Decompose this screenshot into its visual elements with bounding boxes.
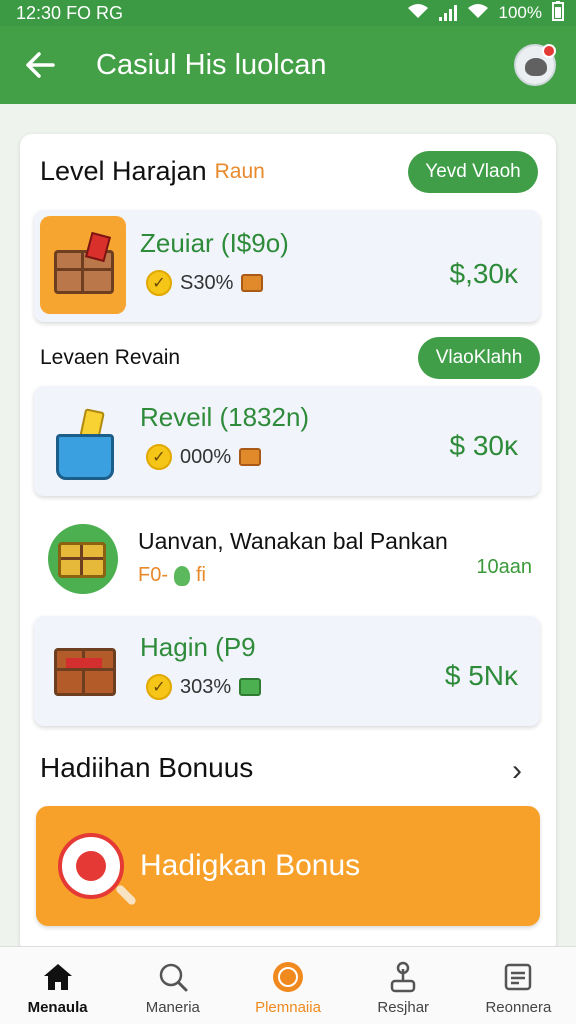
reward-card-3[interactable]: Hagin (P9 ✓ 303% $ 5Nĸ <box>34 616 540 726</box>
wifi-icon-2 <box>467 3 489 24</box>
chevron-right-icon[interactable]: › <box>512 754 522 788</box>
battery-text: 100% <box>498 3 542 22</box>
status-bar: 12:30 FO RG 100% <box>0 0 576 26</box>
bonus-heading: Hadiihan Bonuus <box>40 752 254 783</box>
check-coin-icon: ✓ <box>146 444 172 470</box>
item-sub: ✓ 000% <box>146 444 262 470</box>
item-price: $,30ĸ <box>449 258 519 289</box>
item-sub: ✓ S30% <box>146 270 264 296</box>
bulb-icon <box>174 565 190 586</box>
reward-card-2[interactable]: Reveil (1832n) ✓ 000% $ 30ĸ <box>34 386 540 496</box>
basket-icon <box>34 386 134 496</box>
nav-item-center[interactable]: Plemnaiia <box>230 947 345 1024</box>
signal-icon <box>438 5 457 21</box>
section-accent: Raun <box>214 159 265 183</box>
nav-item-list[interactable]: Reonnera <box>461 947 576 1024</box>
bottom-nav: Menaula Maneria Plemnaiia Resjhar Reonne… <box>0 946 576 1024</box>
pill-button-1[interactable]: Yevd Vlaoh <box>408 151 538 193</box>
wifi-icon <box>407 3 429 24</box>
nav-item-games[interactable]: Resjhar <box>346 947 461 1024</box>
pill-button-2[interactable]: VlaoKlahh <box>418 337 540 379</box>
gift-icon <box>241 274 264 292</box>
status-time: 12:30 FO RG <box>16 2 124 23</box>
battery-icon <box>552 0 564 26</box>
list-item-sub: F0- fi <box>138 564 206 586</box>
item-price: $ 30ĸ <box>449 430 519 461</box>
item-sub: ✓ 303% <box>146 674 262 700</box>
list-item-plain[interactable]: Uanvan, Wanakan bal Pankan F0- fi 10aan <box>34 512 540 604</box>
nav-item-search[interactable]: Maneria <box>115 947 230 1024</box>
status-icons: 100% <box>407 0 564 26</box>
section-title-revain: Levaen Revain <box>40 346 181 369</box>
notification-dot <box>542 44 556 58</box>
back-arrow-icon[interactable] <box>20 45 60 85</box>
list-item-right: 10aan <box>476 556 532 578</box>
nav-item-home[interactable]: Menaula <box>0 947 115 1024</box>
check-coin-icon: ✓ <box>146 270 172 296</box>
item-name: Reveil (1832n) <box>140 402 310 432</box>
section-title-level: Level Harajan <box>40 156 207 186</box>
app-bar: Casiul His luolcan <box>0 26 576 104</box>
profile-avatar[interactable] <box>514 44 556 86</box>
item-price: $ 5Nĸ <box>444 660 518 691</box>
gift-icon <box>239 448 262 466</box>
joystick-icon <box>387 961 419 993</box>
item-name: Hagin (P9 <box>140 632 256 662</box>
search-icon <box>157 961 189 993</box>
magnifier-icon <box>58 833 124 899</box>
bag-icon <box>239 678 262 696</box>
check-coin-icon: ✓ <box>146 674 172 700</box>
treasure-chest-icon <box>34 616 134 726</box>
list-icon <box>502 961 534 993</box>
page-title: Casiul His luolcan <box>96 48 327 81</box>
item-name: Zeuiar (I$9o) <box>140 228 289 258</box>
coin-icon <box>272 961 304 993</box>
home-icon <box>42 961 74 993</box>
chest-icon <box>48 524 118 594</box>
crate-icon <box>40 216 126 314</box>
bonus-button-label: Hadigkan Bonus <box>140 849 361 882</box>
bonus-button[interactable]: Hadigkan Bonus <box>36 806 540 926</box>
list-item-title: Uanvan, Wanakan bal Pankan <box>138 528 448 554</box>
reward-card-1[interactable]: Zeuiar (I$9o) ✓ S30% $,30ĸ <box>34 210 540 322</box>
